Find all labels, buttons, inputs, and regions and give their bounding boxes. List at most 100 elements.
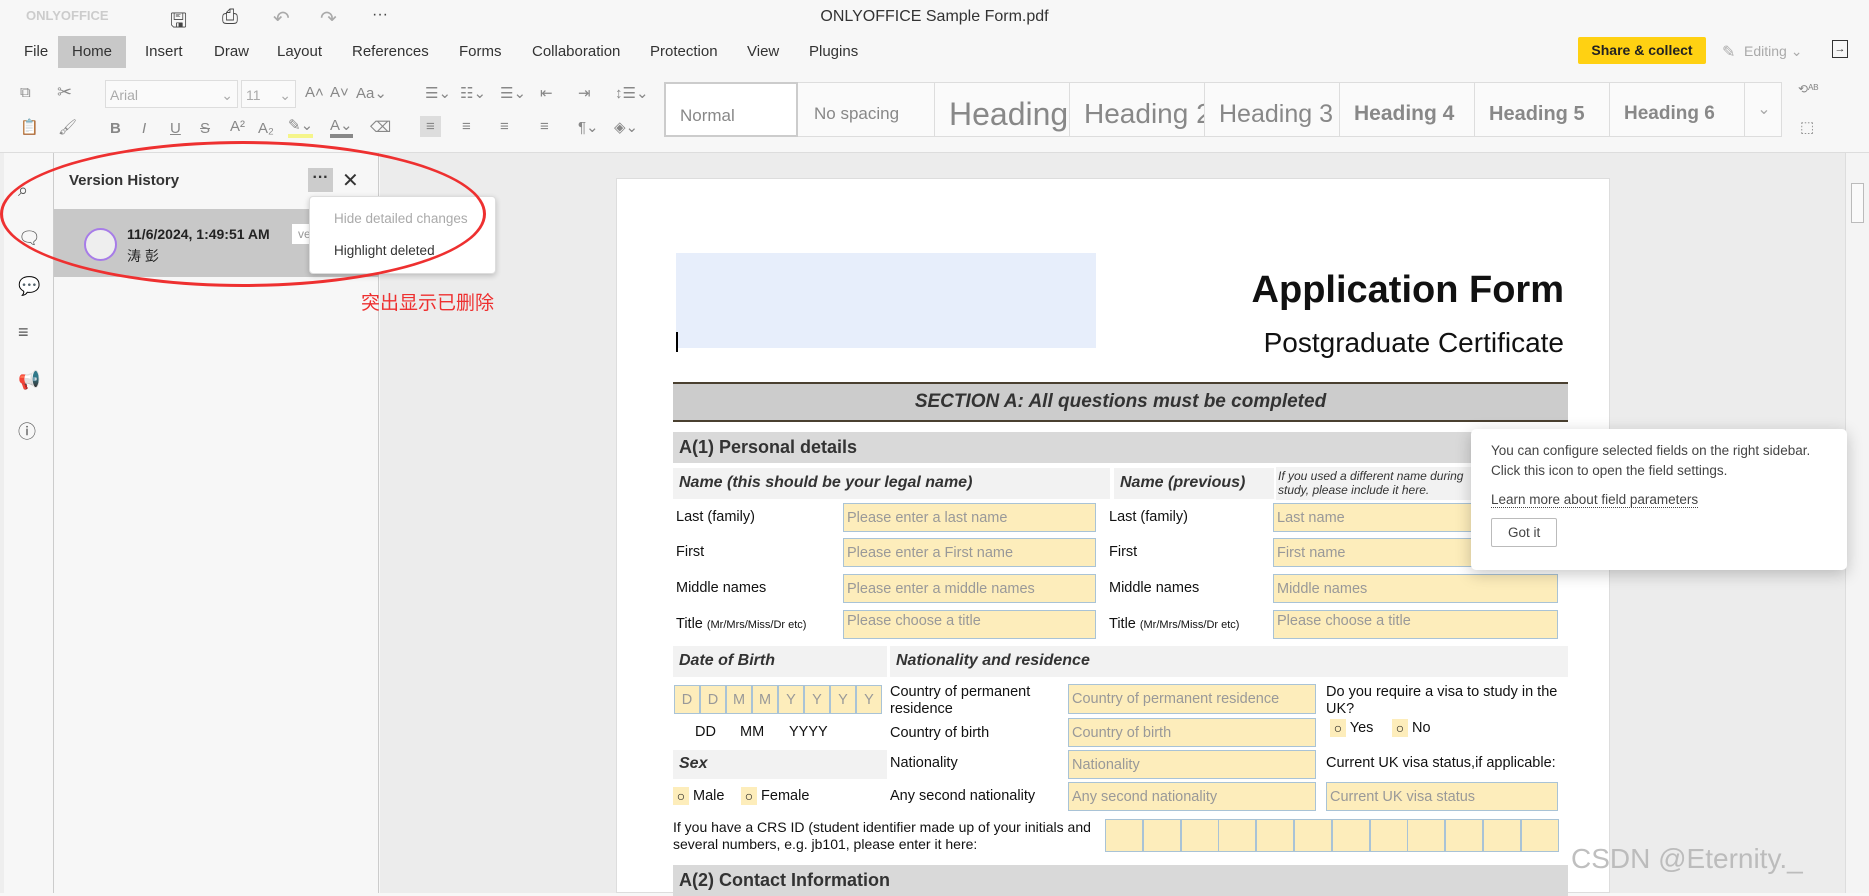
- dob-box[interactable]: M: [726, 685, 752, 714]
- decrease-indent-icon[interactable]: ⇤: [540, 84, 553, 102]
- copy-icon[interactable]: ⧉: [20, 84, 31, 101]
- dob-box[interactable]: D: [674, 685, 700, 714]
- style-heading-6[interactable]: Heading 6: [1610, 82, 1745, 137]
- replace-icon[interactable]: ⟲ᴬᴮ: [1798, 82, 1818, 96]
- navigation-icon[interactable]: ≡: [18, 322, 29, 343]
- tab-collaboration[interactable]: Collaboration: [518, 36, 634, 68]
- crs-box[interactable]: [1142, 819, 1181, 852]
- editing-mode-dropdown[interactable]: Editing ⌄: [1744, 43, 1802, 60]
- crs-box[interactable]: [1105, 819, 1143, 852]
- visa-no-radio[interactable]: ○ No: [1392, 719, 1431, 737]
- vertical-scrollbar[interactable]: [1845, 153, 1869, 893]
- subscript-icon[interactable]: A₂: [258, 120, 274, 137]
- cut-icon[interactable]: ✂: [57, 82, 72, 103]
- shading-icon[interactable]: ◈⌄: [614, 118, 638, 136]
- italic-icon[interactable]: I: [142, 120, 146, 137]
- name-field[interactable]: Please enter a middle names: [843, 574, 1096, 603]
- male-radio[interactable]: ○ Male: [673, 787, 724, 805]
- tab-home[interactable]: Home: [58, 36, 127, 68]
- undo-icon[interactable]: ↶: [273, 6, 290, 31]
- paragraph-marks-icon[interactable]: ¶⌄: [578, 118, 599, 136]
- name-field[interactable]: Please choose a title: [843, 610, 1096, 639]
- tab-references[interactable]: References: [338, 36, 443, 68]
- open-location-icon[interactable]: →: [1832, 40, 1848, 58]
- crs-box[interactable]: [1445, 819, 1484, 852]
- align-right-icon[interactable]: ≡: [500, 118, 509, 135]
- bullets-icon[interactable]: ☰⌄: [425, 84, 451, 102]
- dob-box[interactable]: M: [752, 685, 778, 714]
- crs-box[interactable]: [1256, 819, 1295, 852]
- dob-box[interactable]: D: [700, 685, 726, 714]
- menu-item-highlight-deleted[interactable]: Highlight deleted: [334, 243, 435, 258]
- redo-icon[interactable]: ↷: [320, 6, 337, 31]
- save-icon[interactable]: 🖫: [170, 6, 187, 40]
- previous-name-field[interactable]: Please choose a title: [1273, 610, 1558, 639]
- announcement-icon[interactable]: 📢: [18, 370, 40, 391]
- crs-box[interactable]: [1218, 819, 1257, 852]
- justify-icon[interactable]: ≡: [540, 118, 549, 135]
- increase-font-icon[interactable]: A˄: [305, 84, 324, 101]
- crs-box[interactable]: [1331, 819, 1370, 852]
- close-icon[interactable]: ✕: [342, 168, 359, 193]
- highlight-icon[interactable]: ✎⌄: [288, 116, 314, 138]
- style-heading-2[interactable]: Heading 2: [1070, 82, 1205, 137]
- dob-box[interactable]: Y: [856, 685, 882, 714]
- decrease-font-icon[interactable]: A˅: [330, 84, 349, 101]
- strikethrough-icon[interactable]: S: [200, 120, 210, 137]
- tab-forms[interactable]: Forms: [445, 36, 516, 68]
- dob-box[interactable]: Y: [804, 685, 830, 714]
- line-spacing-icon[interactable]: ↕☰⌄: [615, 84, 649, 102]
- numbering-icon[interactable]: ☷⌄: [460, 84, 486, 102]
- format-painter-icon[interactable]: 🖌: [58, 118, 77, 136]
- style-heading-5[interactable]: Heading 5: [1475, 82, 1610, 137]
- tab-view[interactable]: View: [733, 36, 793, 68]
- multilevel-icon[interactable]: ☰⌄: [500, 84, 526, 102]
- tab-layout[interactable]: Layout: [263, 36, 336, 68]
- panel-more-button[interactable]: ···: [308, 168, 333, 192]
- underline-icon[interactable]: U: [170, 120, 181, 137]
- info-icon[interactable]: ⓘ: [18, 418, 36, 444]
- style-heading-4[interactable]: Heading 4: [1340, 82, 1475, 137]
- bold-icon[interactable]: B: [110, 120, 121, 137]
- learn-more-link[interactable]: Learn more about field parameters: [1491, 492, 1699, 508]
- perm-residence-field[interactable]: Country of permanent residence: [1068, 684, 1316, 714]
- change-case-icon[interactable]: Aa⌄: [356, 84, 387, 102]
- more-icon[interactable]: ···: [372, 6, 388, 24]
- visa-yes-radio[interactable]: ○ Yes: [1330, 719, 1373, 737]
- style-heading-1[interactable]: Heading 1: [935, 82, 1070, 137]
- second-nationality-field[interactable]: Any second nationality: [1068, 782, 1316, 811]
- select-icon[interactable]: ⬚: [1800, 118, 1814, 136]
- increase-indent-icon[interactable]: ⇥: [578, 84, 591, 102]
- visa-status-field[interactable]: Current UK visa status: [1326, 782, 1558, 811]
- font-name-select[interactable]: Arial ⌄: [105, 80, 238, 108]
- style-no-spacing[interactable]: No spacing: [800, 82, 935, 137]
- dob-box[interactable]: Y: [830, 685, 856, 714]
- print-icon[interactable]: ⎙: [222, 6, 238, 29]
- superscript-icon[interactable]: A²: [230, 118, 245, 135]
- crs-box[interactable]: [1520, 819, 1559, 852]
- font-color-icon[interactable]: A⌄: [330, 116, 353, 138]
- crs-box[interactable]: [1369, 819, 1408, 852]
- crs-box[interactable]: [1180, 819, 1219, 852]
- tab-draw[interactable]: Draw: [200, 36, 263, 68]
- logo-placeholder[interactable]: [676, 253, 1096, 348]
- align-left-icon[interactable]: ≡: [420, 116, 441, 137]
- tab-plugins[interactable]: Plugins: [795, 36, 872, 68]
- tab-protection[interactable]: Protection: [636, 36, 732, 68]
- birth-field[interactable]: Country of birth: [1068, 718, 1316, 747]
- clear-style-icon[interactable]: ⌫: [370, 118, 391, 136]
- styles-expand-button[interactable]: ⌄: [1746, 82, 1782, 137]
- dob-box[interactable]: Y: [778, 685, 804, 714]
- chat-icon[interactable]: 💬: [18, 276, 40, 297]
- name-field[interactable]: Please enter a First name: [843, 538, 1096, 567]
- previous-name-field[interactable]: Middle names: [1273, 574, 1558, 603]
- tab-file[interactable]: File: [10, 36, 62, 68]
- nationality-field[interactable]: Nationality: [1068, 750, 1316, 779]
- female-radio[interactable]: ○ Female: [741, 787, 809, 805]
- menu-item-hide-detailed-changes[interactable]: Hide detailed changes: [334, 211, 468, 226]
- tab-insert[interactable]: Insert: [131, 36, 197, 68]
- comments-icon[interactable]: 🗨: [18, 228, 41, 249]
- search-icon[interactable]: ⌕: [18, 180, 28, 201]
- got-it-button[interactable]: Got it: [1491, 518, 1558, 547]
- align-center-icon[interactable]: ≡: [462, 118, 471, 135]
